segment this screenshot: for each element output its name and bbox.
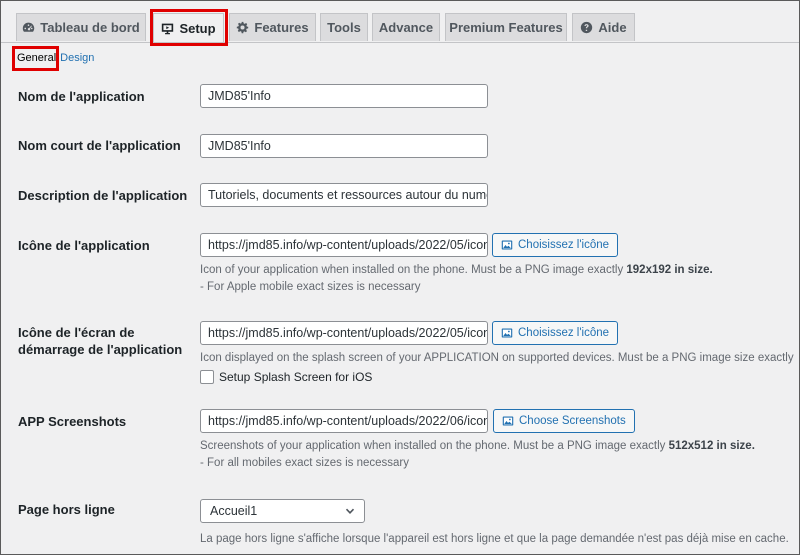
tab-label: Features xyxy=(254,20,309,35)
subnav-general[interactable]: General xyxy=(17,52,56,64)
dashboard-icon xyxy=(23,22,35,32)
icon-url-input[interactable]: https://jmd85.info/wp-content/uploads/20… xyxy=(200,233,488,257)
screenshots-desc-mobiles: - For all mobiles exact sizes is necessa… xyxy=(200,457,409,469)
offline-page-value: Accueil1 xyxy=(210,504,258,518)
splash-url-input[interactable]: https://jmd85.info/wp-content/uploads/20… xyxy=(200,321,488,345)
tab-label: Advance xyxy=(378,20,434,35)
chevron-down-icon xyxy=(345,508,355,514)
choose-icon-button[interactable]: Choisissez l'icône xyxy=(492,233,619,257)
splash-label-line-1: Icône de l'écran de xyxy=(18,325,135,340)
image-icon xyxy=(501,328,513,338)
splash-ios-label: Setup Splash Screen for iOS xyxy=(219,370,373,384)
icon-desc-text: Icon of your application when installed … xyxy=(200,264,627,276)
image-icon xyxy=(501,240,513,250)
short-name-input[interactable]: JMD85'Info xyxy=(200,134,488,158)
tab-advance[interactable]: Advance xyxy=(372,13,440,41)
offline-page-description: La page hors ligne s'affiche lorsque l'a… xyxy=(200,533,789,545)
offline-page-label: Page hors ligne xyxy=(18,502,115,517)
icon-desc-apple: - For Apple mobile exact sizes is necess… xyxy=(200,281,421,293)
button-label: Choisissez l'icône xyxy=(518,239,610,251)
splash-ios-option[interactable]: Setup Splash Screen for iOS xyxy=(200,370,372,384)
icon-label: Icône de l'application xyxy=(18,238,150,253)
short-name-label: Nom court de l'application xyxy=(18,138,181,153)
app-name-label: Nom de l'application xyxy=(18,89,145,104)
choose-splash-icon-button[interactable]: Choisissez l'icône xyxy=(492,321,619,345)
tab-premium-features[interactable]: Premium Features xyxy=(445,13,567,41)
icon-desc-size: 192x192 in size. xyxy=(626,264,713,276)
tab-label: Tableau de bord xyxy=(40,20,140,35)
offline-page-select[interactable]: Accueil1 xyxy=(200,499,365,523)
screenshots-description: Screenshots of your application when ins… xyxy=(200,438,755,472)
screenshots-url-input[interactable]: https://jmd85.info/wp-content/uploads/20… xyxy=(200,409,488,433)
gear-icon xyxy=(237,21,249,34)
button-label: Choose Screenshots xyxy=(519,415,626,427)
screenshots-desc-text: Screenshots of your application when ins… xyxy=(200,440,669,452)
tab-tableau-de-bord[interactable]: Tableau de bord xyxy=(16,13,146,41)
tab-tools[interactable]: Tools xyxy=(320,13,368,41)
tab-aide[interactable]: Aide xyxy=(572,13,635,41)
screenshots-label: APP Screenshots xyxy=(18,414,127,429)
splash-label: Icône de l'écran de démarrage de l'appli… xyxy=(18,324,182,358)
question-icon xyxy=(581,21,593,34)
tab-features[interactable]: Features xyxy=(229,13,316,41)
setup-subnav: General Design xyxy=(17,52,94,64)
description-label: Description de l'application xyxy=(18,188,188,203)
splash-description: Icon displayed on the splash screen of y… xyxy=(200,352,794,364)
app-name-input[interactable]: JMD85'Info xyxy=(200,84,488,108)
tab-label: Tools xyxy=(327,20,361,35)
icon-description: Icon of your application when installed … xyxy=(200,262,713,296)
button-label: Choisissez l'icône xyxy=(518,327,610,339)
splash-ios-checkbox[interactable] xyxy=(200,370,214,384)
choose-screenshots-button[interactable]: Choose Screenshots xyxy=(493,409,635,433)
splash-label-line-2: démarrage de l'application xyxy=(18,342,183,357)
tab-setup[interactable]: Setup xyxy=(153,13,224,42)
settings-tabs: Tableau de bord Setup Features Tools Adv… xyxy=(1,1,799,43)
tab-label: Setup xyxy=(179,20,216,36)
image-icon xyxy=(502,416,514,426)
description-input[interactable]: Tutoriels, documents et ressources autou… xyxy=(200,183,488,207)
tab-label: Aide xyxy=(598,20,627,35)
subnav-design[interactable]: Design xyxy=(60,52,94,64)
screenshots-desc-size: 512x512 in size. xyxy=(668,440,755,452)
monitor-icon xyxy=(162,23,174,34)
tab-label: Premium Features xyxy=(449,20,563,35)
